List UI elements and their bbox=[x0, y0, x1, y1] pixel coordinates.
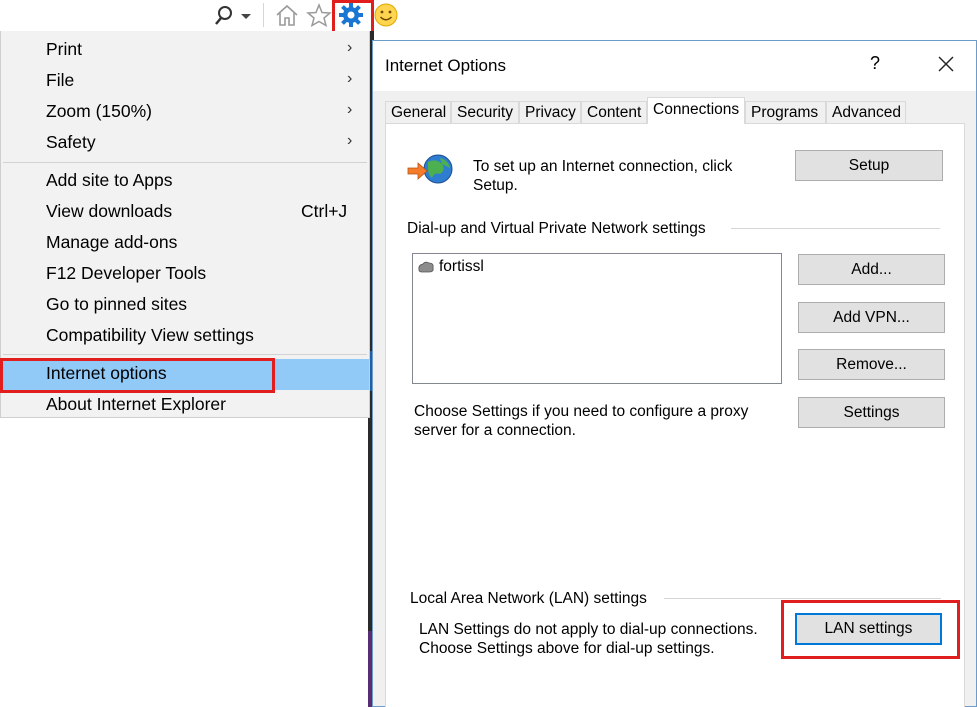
remove-button[interactable]: Remove... bbox=[798, 349, 945, 380]
close-button[interactable] bbox=[933, 51, 959, 77]
menu-item-internet-options[interactable]: Internet options bbox=[1, 359, 369, 390]
tab-security[interactable]: Security bbox=[451, 101, 519, 123]
internet-options-dialog: Internet Options ? General Security Priv… bbox=[372, 40, 977, 707]
menu-item-add-site-to-apps[interactable]: Add site to Apps bbox=[1, 166, 369, 197]
menu-item-compatibility-view-settings[interactable]: Compatibility View settings bbox=[1, 321, 369, 352]
tab-privacy[interactable]: Privacy bbox=[519, 101, 581, 123]
add-vpn-button[interactable]: Add VPN... bbox=[798, 302, 945, 333]
tab-general[interactable]: General bbox=[385, 101, 451, 123]
menu-item-label: Manage add-ons bbox=[46, 232, 178, 252]
help-button[interactable]: ? bbox=[863, 53, 887, 77]
dialup-connection-icon bbox=[418, 261, 434, 273]
lan-settings-button[interactable]: LAN settings bbox=[795, 613, 942, 645]
menu-item-label: View downloads bbox=[46, 201, 173, 221]
list-item[interactable]: fortissl bbox=[417, 258, 484, 276]
tools-menu: Print › File › Zoom (150%) › Safety › Ad… bbox=[0, 31, 370, 418]
menu-separator bbox=[3, 162, 367, 163]
menu-item-about-internet-explorer[interactable]: About Internet Explorer bbox=[1, 390, 369, 421]
chevron-down-icon bbox=[241, 14, 251, 19]
tools-button[interactable] bbox=[337, 2, 365, 28]
dialog-title: Internet Options bbox=[385, 56, 506, 75]
menu-item-label: About Internet Explorer bbox=[46, 394, 226, 414]
home-button[interactable] bbox=[273, 2, 301, 28]
menu-separator bbox=[3, 354, 367, 355]
setup-description-line1: To set up an Internet connection, click bbox=[473, 158, 733, 175]
tab-content[interactable]: Content bbox=[581, 101, 647, 123]
menu-item-label: Print bbox=[46, 39, 82, 59]
tab-programs[interactable]: Programs bbox=[745, 101, 826, 123]
proxy-settings-description-line1: Choose Settings if you need to configure… bbox=[414, 403, 749, 420]
search-icon bbox=[215, 6, 251, 25]
feedback-smiley-icon bbox=[374, 3, 398, 27]
chevron-right-icon: › bbox=[347, 101, 353, 118]
menu-item-view-downloads[interactable]: View downloads Ctrl+J bbox=[1, 197, 369, 228]
chevron-right-icon: › bbox=[347, 70, 353, 87]
menu-item-manage-add-ons[interactable]: Manage add-ons bbox=[1, 228, 369, 259]
add-button[interactable]: Add... bbox=[798, 254, 945, 285]
chevron-right-icon: › bbox=[347, 39, 353, 56]
menu-item-label: Add site to Apps bbox=[46, 170, 173, 190]
lan-group-label: Local Area Network (LAN) settings bbox=[410, 590, 647, 607]
menu-item-f12-developer-tools[interactable]: F12 Developer Tools bbox=[1, 259, 369, 290]
home-icon bbox=[276, 4, 298, 26]
connections-listbox[interactable]: fortissl bbox=[412, 253, 782, 384]
menu-item-label: Compatibility View settings bbox=[46, 325, 254, 345]
tools-gear-icon bbox=[339, 3, 363, 27]
favorites-button[interactable] bbox=[305, 2, 333, 28]
menu-item-label: Safety bbox=[46, 132, 96, 152]
dialog-titlebar: Internet Options ? bbox=[373, 41, 976, 91]
browser-toolbar bbox=[0, 0, 977, 31]
setup-button[interactable]: Setup bbox=[795, 150, 943, 181]
proxy-settings-description-line2: server for a connection. bbox=[414, 422, 576, 439]
connections-panel: To set up an Internet connection, click … bbox=[385, 123, 965, 707]
menu-item-label: Internet options bbox=[46, 363, 167, 383]
lan-description-line1: LAN Settings do not apply to dial-up con… bbox=[419, 621, 758, 638]
menu-item-label: Go to pinned sites bbox=[46, 294, 188, 314]
menu-item-go-to-pinned-sites[interactable]: Go to pinned sites bbox=[1, 290, 369, 321]
menu-item-print[interactable]: Print › bbox=[1, 35, 369, 66]
chevron-right-icon: › bbox=[347, 132, 353, 149]
toolbar-divider bbox=[263, 3, 264, 27]
dialup-group-label: Dial-up and Virtual Private Network sett… bbox=[407, 220, 706, 237]
menu-item-label: File bbox=[46, 70, 75, 90]
tab-advanced[interactable]: Advanced bbox=[826, 101, 906, 123]
setup-description-line2: Setup. bbox=[473, 177, 518, 194]
feedback-button[interactable] bbox=[372, 2, 400, 28]
tab-connections[interactable]: Connections bbox=[647, 97, 745, 124]
internet-connection-icon bbox=[406, 152, 456, 192]
group-divider bbox=[664, 598, 941, 599]
menu-item-label: F12 Developer Tools bbox=[46, 263, 207, 283]
close-icon bbox=[938, 56, 954, 72]
menu-item-shortcut: Ctrl+J bbox=[301, 201, 348, 221]
lan-description-line2: Choose Settings above for dial-up settin… bbox=[419, 640, 715, 657]
favorites-star-icon bbox=[306, 3, 332, 27]
group-divider bbox=[731, 228, 940, 229]
menu-item-zoom[interactable]: Zoom (150%) › bbox=[1, 97, 369, 128]
search-button[interactable] bbox=[211, 2, 261, 28]
settings-button[interactable]: Settings bbox=[798, 397, 945, 428]
menu-item-safety[interactable]: Safety › bbox=[1, 128, 369, 159]
menu-item-file[interactable]: File › bbox=[1, 66, 369, 97]
menu-item-label: Zoom (150%) bbox=[46, 101, 153, 121]
connection-name: fortissl bbox=[439, 258, 484, 275]
